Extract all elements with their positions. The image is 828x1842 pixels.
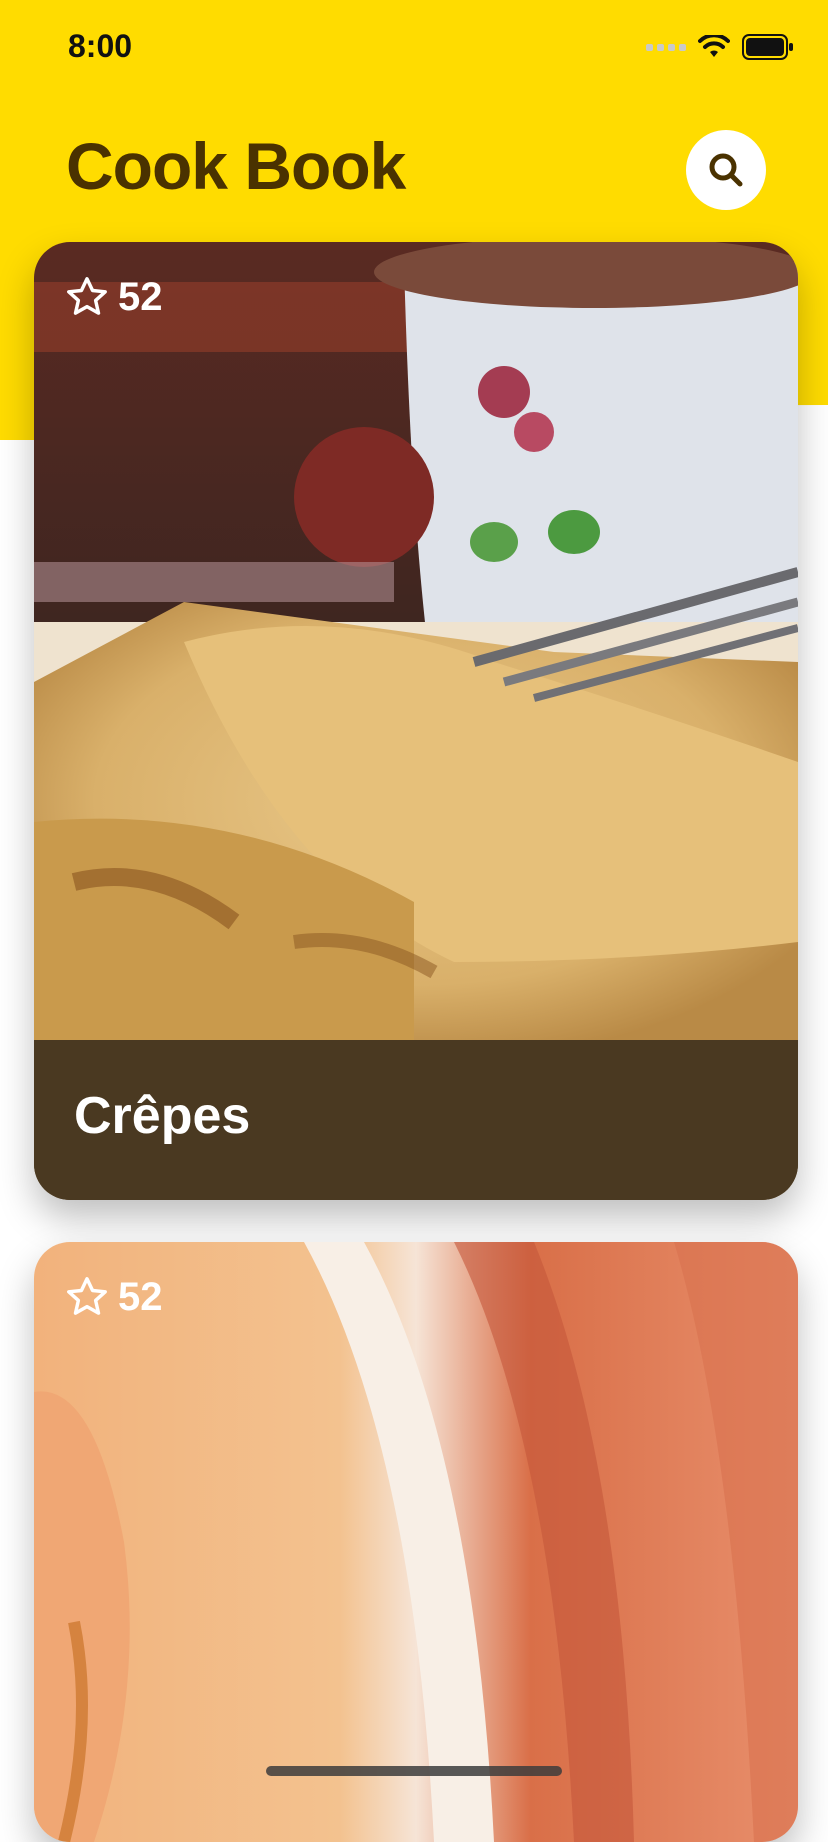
search-icon — [709, 153, 743, 187]
cellular-signal-icon — [646, 43, 686, 51]
recipe-card[interactable]: 52 — [34, 1242, 798, 1842]
star-outline-icon[interactable] — [64, 1274, 110, 1320]
status-bar: 8:00 — [0, 0, 828, 100]
search-button[interactable] — [686, 130, 766, 210]
recipe-caption: Crêpes — [34, 1040, 798, 1200]
recipe-photo — [34, 1242, 798, 1842]
rating: 52 — [64, 274, 163, 320]
wifi-icon — [698, 35, 730, 57]
recipe-name: Crêpes — [74, 1087, 251, 1145]
star-outline-icon[interactable] — [64, 274, 110, 320]
rating: 52 — [64, 1274, 163, 1320]
star-count: 52 — [118, 274, 163, 319]
battery-icon — [742, 34, 793, 60]
status-icons — [646, 34, 794, 60]
status-time: 8:00 — [68, 28, 133, 64]
page-title: Cook Book — [66, 129, 406, 203]
star-count: 52 — [118, 1274, 163, 1319]
recipe-card[interactable]: 52 Crêpes — [34, 242, 798, 1200]
home-indicator[interactable] — [266, 1766, 562, 1776]
